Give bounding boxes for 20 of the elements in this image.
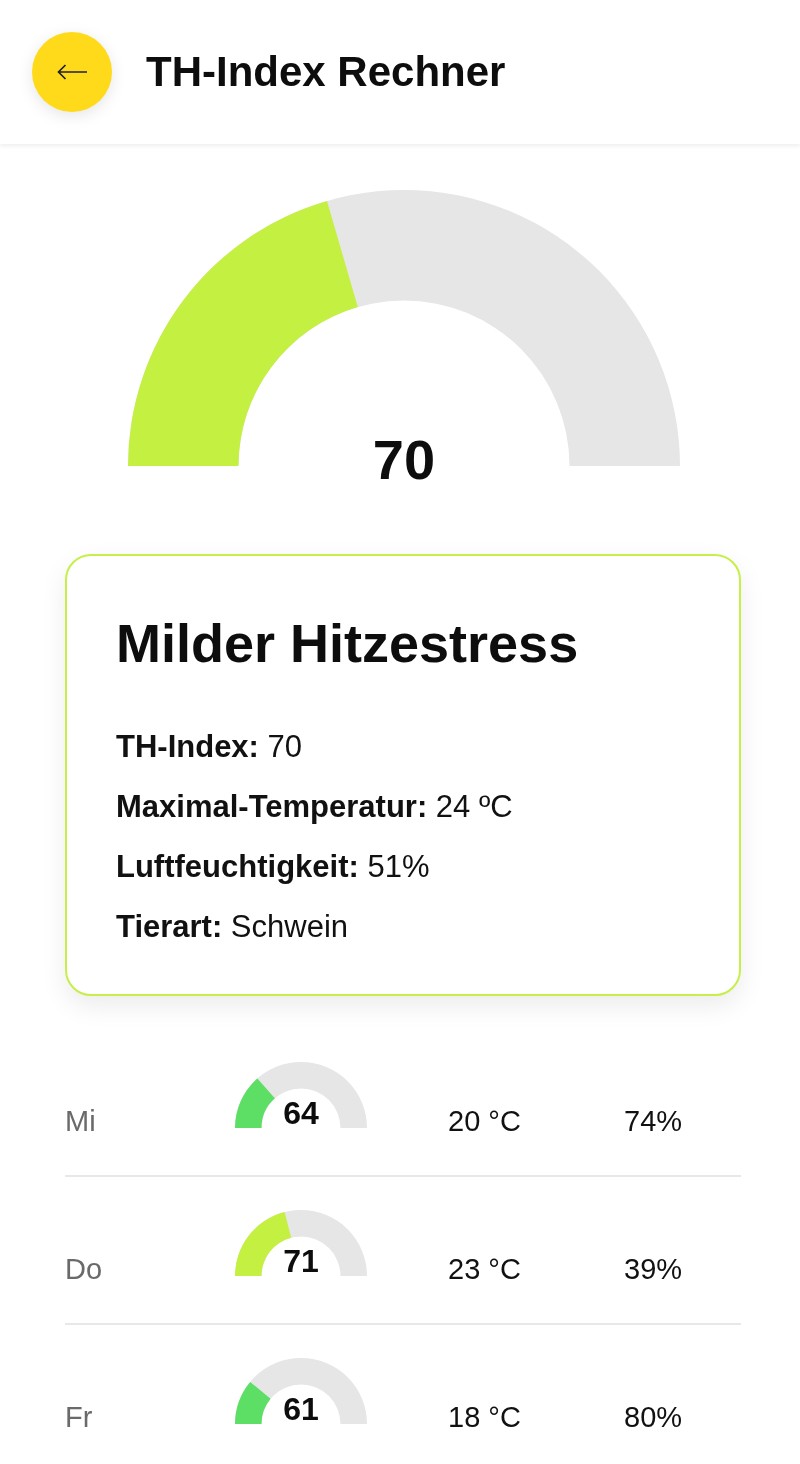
temperature-value: 18 °C <box>448 1400 522 1435</box>
day-label: Fr <box>65 1400 94 1435</box>
result-detail: Tierart: Schwein <box>116 907 350 946</box>
humidity-value: 74% <box>624 1104 684 1139</box>
humidity-value: 80% <box>624 1400 684 1435</box>
result-detail: Maximal-Temperatur: 24 ºC <box>116 787 514 826</box>
left-arrow-icon <box>57 64 87 80</box>
day-label: Do <box>65 1252 104 1287</box>
temperature-value: 20 °C <box>448 1104 522 1139</box>
day-label: Mi <box>65 1104 97 1139</box>
result-detail: TH-Index: 70 <box>116 727 304 766</box>
index-value: 70 <box>372 432 436 488</box>
temperature-value: 23 °C <box>448 1252 522 1287</box>
result-title: Milder Hitzestress <box>116 612 580 675</box>
index-value: 61 <box>283 1392 319 1425</box>
humidity-value: 39% <box>624 1252 684 1287</box>
page-title: TH-Index Rechner <box>146 46 506 97</box>
index-value: 64 <box>283 1096 319 1129</box>
result-detail: Luftfeuchtigkeit: 51% <box>116 847 431 886</box>
index-value: 71 <box>283 1244 319 1277</box>
